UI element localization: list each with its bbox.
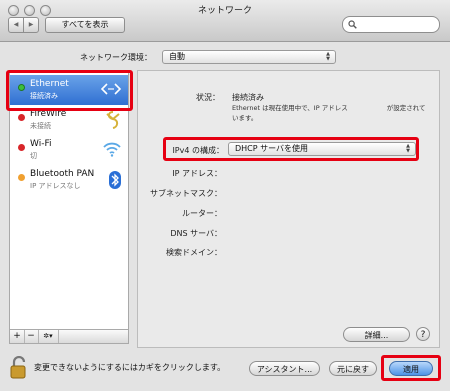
service-name: Bluetooth PAN	[30, 169, 95, 179]
service-item-wifi[interactable]: Wi-Fi 切	[10, 135, 128, 165]
ipv4-config-select[interactable]: DHCP サーバを使用 ▲ ▼	[228, 142, 416, 156]
status-label: 状況：	[196, 93, 220, 102]
ethernet-icon	[100, 83, 122, 95]
search-icon	[348, 20, 357, 29]
updown-arrows-icon: ▲ ▼	[326, 51, 330, 62]
service-status: 切	[30, 152, 37, 160]
status-dot	[18, 174, 25, 181]
lock-message: 変更できないようにするにはカギをクリックします。	[34, 363, 226, 372]
ip-address-label: IP アドレス：	[172, 169, 222, 178]
service-list[interactable]: Ethernet 接続済み FireWire 未接続 Wi-Fi 切 Bluet…	[9, 70, 129, 330]
location-select[interactable]: 自動 ▲ ▼	[162, 50, 336, 64]
service-item-ethernet[interactable]: Ethernet 接続済み	[10, 75, 128, 105]
show-all-button[interactable]: すべてを表示	[45, 17, 125, 33]
window-title: ネットワーク	[197, 6, 252, 16]
assistant-button[interactable]: アシスタント...	[249, 361, 320, 376]
search-domain-label: 検索ドメイン：	[166, 248, 222, 257]
firewire-icon	[106, 111, 120, 129]
updown-arrows-icon: ▲ ▼	[406, 143, 410, 154]
location-value: 自動	[169, 52, 185, 61]
service-status: 接続済み	[30, 92, 58, 100]
status-description: Ethernet は現在使用中で、IP アドレス が設定されています。	[232, 104, 426, 122]
bluetooth-icon	[109, 171, 121, 189]
ipv4-value: DHCP サーバを使用	[235, 144, 309, 153]
apply-button[interactable]: 適用	[389, 361, 433, 376]
status-dot	[18, 84, 25, 91]
service-list-toolbar: + − ✲▾	[9, 330, 129, 344]
advanced-button[interactable]: 詳細...	[343, 327, 410, 342]
remove-service-button[interactable]: −	[24, 330, 39, 343]
status-dot	[18, 144, 25, 151]
service-status: IP アドレスなし	[30, 182, 81, 190]
subnet-mask-label: サブネットマスク：	[150, 189, 222, 198]
help-button[interactable]: ?	[416, 327, 430, 341]
service-name: Ethernet	[30, 79, 69, 89]
status-value: 接続済み	[232, 93, 264, 102]
router-label: ルーター：	[182, 209, 222, 218]
service-item-firewire[interactable]: FireWire 未接続	[10, 105, 128, 135]
service-name: FireWire	[30, 109, 67, 119]
service-name: Wi-Fi	[30, 139, 52, 149]
back-button[interactable]: ◀	[9, 18, 24, 32]
search-field[interactable]	[342, 16, 440, 33]
forward-button[interactable]: ▶	[24, 18, 38, 32]
lock-icon[interactable]	[9, 356, 29, 380]
service-item-bluetooth-pan[interactable]: Bluetooth PAN IP アドレスなし	[10, 165, 128, 195]
title-bar: ネットワーク ◀ ▶ すべてを表示	[0, 0, 450, 42]
gear-menu-button[interactable]: ✲▾	[38, 330, 59, 343]
nav-buttons: ◀ ▶	[8, 17, 39, 33]
add-service-button[interactable]: +	[10, 330, 25, 343]
ipv4-label: IPv4 の構成：	[172, 146, 224, 155]
service-status: 未接続	[30, 122, 51, 130]
revert-button[interactable]: 元に戻す	[329, 361, 377, 376]
location-label: ネットワーク環境：	[80, 53, 152, 62]
wifi-icon	[103, 142, 121, 157]
status-dot	[18, 114, 25, 121]
dns-server-label: DNS サーバ：	[170, 229, 222, 238]
